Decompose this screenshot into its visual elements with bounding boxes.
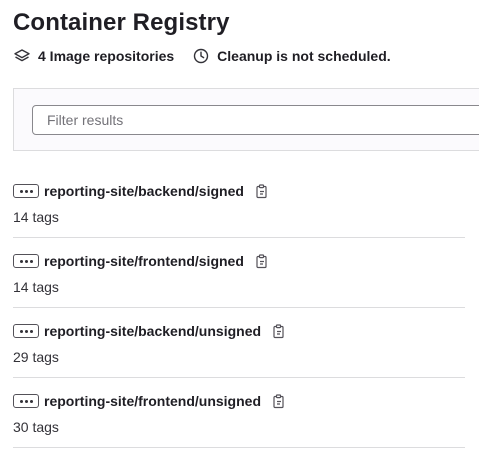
- container-registry-page: Container Registry 4 Image repositories …: [0, 0, 479, 454]
- registry-meta: 4 Image repositories Cleanup is not sche…: [13, 46, 391, 66]
- page-title: Container Registry: [13, 9, 230, 36]
- repo-count-text: 4 Image repositories: [38, 48, 175, 64]
- filter-bar: [13, 88, 479, 151]
- list-item: reporting-site/backend/signed 14 tags: [13, 168, 465, 238]
- repository-name-link[interactable]: reporting-site/frontend/signed: [44, 253, 244, 269]
- ellipsis-icon[interactable]: [13, 324, 39, 338]
- repository-list: reporting-site/backend/signed 14 tags re…: [13, 168, 465, 448]
- layers-icon: [13, 47, 31, 65]
- tag-count: 14 tags: [13, 279, 59, 295]
- copy-to-clipboard-icon[interactable]: [254, 183, 270, 199]
- filter-results-input[interactable]: [32, 105, 479, 135]
- ellipsis-icon[interactable]: [13, 184, 39, 198]
- copy-to-clipboard-icon[interactable]: [271, 323, 287, 339]
- list-item: reporting-site/backend/unsigned 29 tags: [13, 308, 465, 378]
- ellipsis-icon[interactable]: [13, 254, 39, 268]
- copy-to-clipboard-icon[interactable]: [271, 393, 287, 409]
- tag-count: 29 tags: [13, 349, 59, 365]
- tag-count: 14 tags: [13, 209, 59, 225]
- copy-to-clipboard-icon[interactable]: [254, 253, 270, 269]
- ellipsis-icon[interactable]: [13, 394, 39, 408]
- list-item: reporting-site/frontend/unsigned 30 tags: [13, 378, 465, 448]
- list-item: reporting-site/frontend/signed 14 tags: [13, 238, 465, 308]
- repository-name-link[interactable]: reporting-site/backend/unsigned: [44, 323, 261, 339]
- tag-count: 30 tags: [13, 419, 59, 435]
- cleanup-status-text: Cleanup is not scheduled.: [217, 48, 391, 64]
- repository-name-link[interactable]: reporting-site/frontend/unsigned: [44, 393, 261, 409]
- repository-name-link[interactable]: reporting-site/backend/signed: [44, 183, 244, 199]
- clock-icon: [192, 47, 210, 65]
